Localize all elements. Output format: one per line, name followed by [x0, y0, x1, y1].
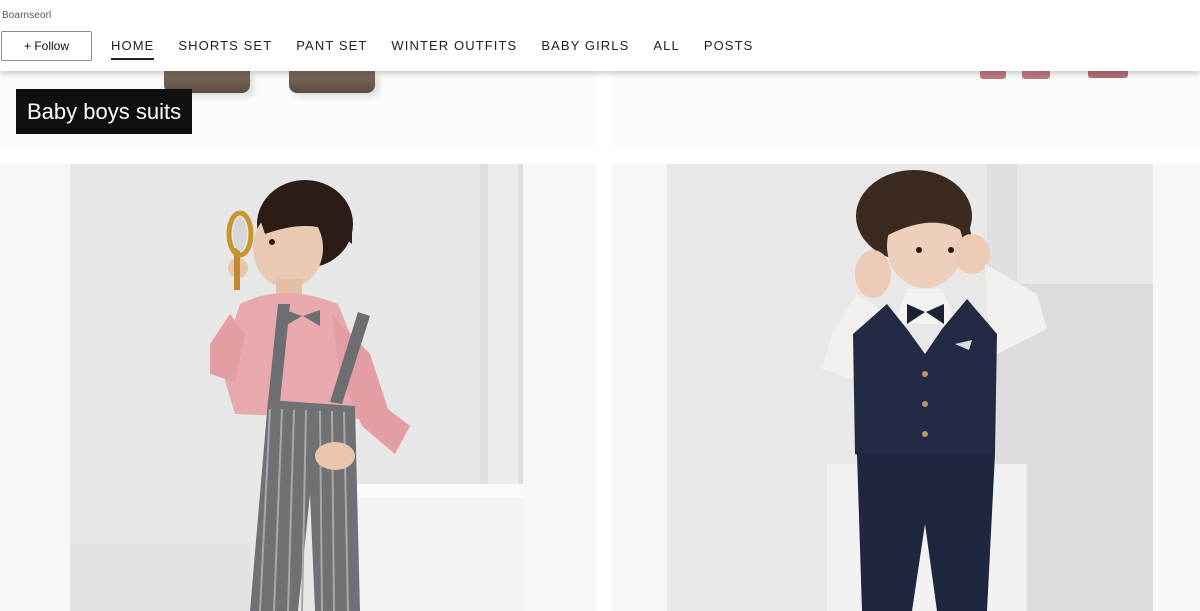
- collection-tile-right[interactable]: [612, 71, 1200, 149]
- shoe-image-right: [289, 71, 375, 93]
- nav-item-shorts-set[interactable]: SHORTS SET: [178, 38, 272, 60]
- follow-button[interactable]: + Follow: [1, 31, 92, 61]
- nav-item-winter-outfits[interactable]: WINTER OUTFITS: [391, 38, 517, 60]
- product-image[interactable]: [667, 164, 1153, 611]
- nav-item-home[interactable]: HOME: [111, 38, 155, 60]
- product-image-fragment: [1022, 71, 1050, 79]
- nav-item-all[interactable]: ALL: [653, 38, 679, 60]
- boy-vest-suit-photo: [667, 164, 1153, 611]
- nav-item-posts[interactable]: POSTS: [704, 38, 754, 60]
- product-image-fragment: [1088, 71, 1128, 78]
- store-brand-name[interactable]: Boarnseorl: [2, 10, 51, 21]
- store-header: Boarnseorl + Follow HOME SHORTS SET PANT…: [0, 0, 1200, 71]
- boy-overalls-photo: [70, 164, 523, 611]
- collection-title-label[interactable]: Baby boys suits: [16, 89, 193, 134]
- product-tile-boy-overalls[interactable]: [0, 164, 596, 611]
- nav-item-baby-girls[interactable]: BABY GIRLS: [541, 38, 629, 60]
- product-tile-boy-vest-suit[interactable]: [612, 164, 1200, 611]
- product-image-fragment: [980, 71, 1006, 79]
- nav-item-pant-set[interactable]: PANT SET: [296, 38, 367, 60]
- store-nav: HOME SHORTS SET PANT SET WINTER OUTFITS …: [111, 38, 777, 60]
- product-image[interactable]: [70, 164, 523, 611]
